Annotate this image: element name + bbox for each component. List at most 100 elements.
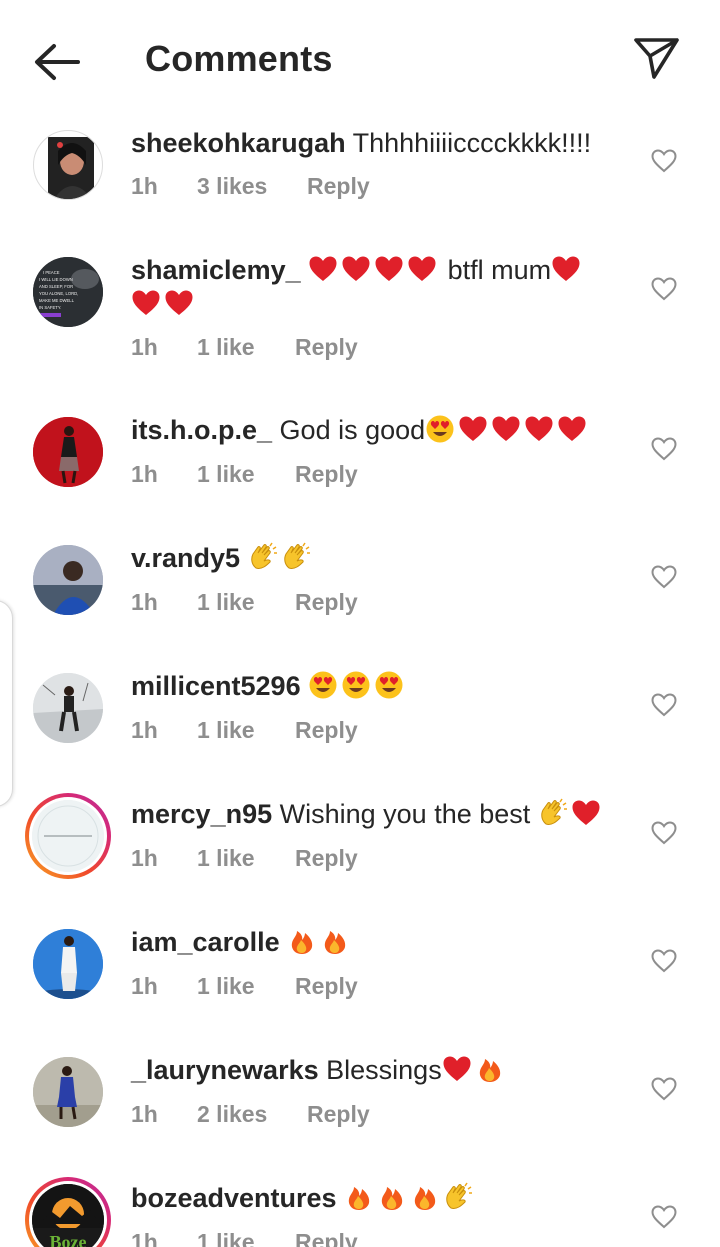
reply-button[interactable]: Reply — [307, 1101, 370, 1128]
comment-body: Thhhhiiiicccckkkk!!!! — [352, 128, 592, 158]
red-heart-icon — [443, 1056, 471, 1081]
red-heart-icon — [132, 290, 160, 315]
send-paper-plane-icon[interactable] — [630, 34, 682, 82]
red-heart-icon — [342, 256, 370, 281]
heart-eyes-icon — [426, 415, 454, 443]
comment-likes-count[interactable]: 1 like — [197, 1229, 255, 1247]
comment-likes-count[interactable]: 3 likes — [197, 173, 267, 200]
heart-outline-icon[interactable] — [651, 821, 677, 845]
reply-button[interactable]: Reply — [295, 717, 358, 744]
comment-row: its.h.o.p.e_ God is good 1h 1 like Reply — [0, 405, 720, 530]
heart-outline-icon[interactable] — [651, 277, 677, 301]
red-heart-icon — [459, 416, 487, 441]
comment-likes-count[interactable]: 1 like — [197, 845, 255, 872]
reply-button[interactable]: Reply — [295, 461, 358, 488]
avatar-poster-line: I WILL LIE DOWN — [39, 277, 73, 282]
comment-row: millicent5296 1h 1 like Reply — [0, 661, 720, 786]
avatar[interactable] — [33, 929, 103, 999]
reply-button[interactable]: Reply — [295, 1229, 358, 1247]
comment-text: its.h.o.p.e_ God is good — [131, 413, 621, 447]
heart-outline-icon[interactable] — [651, 565, 677, 589]
reply-button[interactable]: Reply — [295, 589, 358, 616]
avatar[interactable] — [33, 1057, 103, 1127]
comment-row: _laurynewarks Blessings 1h 2 likes Reply — [0, 1045, 720, 1170]
avatar-poster-line: IN SAFETY. — [39, 305, 61, 310]
avatar-story-ring[interactable]: Boze — [25, 1177, 111, 1247]
comment-username[interactable]: bozeadventures — [131, 1183, 337, 1213]
red-heart-icon — [408, 256, 436, 281]
comment-text: millicent5296 — [131, 669, 621, 703]
comment-row: Boze bozeadventures 1h 1 like Reply — [0, 1173, 720, 1247]
emoji-group — [308, 255, 448, 285]
avatar: Boze — [32, 1184, 104, 1247]
comment-text: _laurynewarks Blessings — [131, 1053, 621, 1087]
comment-username[interactable]: v.randy5 — [131, 543, 240, 573]
red-heart-icon — [558, 416, 586, 441]
comment-row: iam_carolle 1h 1 like Reply — [0, 917, 720, 1042]
heart-outline-icon[interactable] — [651, 437, 677, 461]
fire-icon — [324, 931, 346, 954]
red-heart-icon — [572, 800, 600, 825]
heart-outline-icon[interactable] — [651, 949, 677, 973]
comment-body: Blessings — [326, 1055, 442, 1085]
comment-time: 1h — [131, 173, 158, 199]
comment-text: bozeadventures — [131, 1181, 621, 1215]
fire-icon — [381, 1187, 403, 1210]
avatar[interactable] — [33, 130, 103, 200]
comment-time: 1h — [131, 845, 158, 871]
comment-likes-count[interactable]: 2 likes — [197, 1101, 267, 1128]
avatar-story-gap: Boze — [29, 1181, 107, 1247]
comment-text: shamiclemy_ btfl mum — [131, 253, 621, 321]
comment-username[interactable]: shamiclemy_ — [131, 255, 301, 285]
avatar-poster-line: AND SLEEP, FOR — [39, 284, 73, 289]
avatar-story-gap — [29, 797, 107, 875]
avatar[interactable] — [33, 417, 103, 487]
heart-eyes-icon — [342, 671, 370, 699]
comment-row: sheekohkarugah Thhhhiiiicccckkkk!!!! 1h … — [0, 118, 720, 243]
arrow-left-icon[interactable] — [30, 40, 84, 84]
avatar[interactable] — [33, 545, 103, 615]
comment-username[interactable]: _laurynewarks — [131, 1055, 319, 1085]
heart-outline-icon[interactable] — [651, 149, 677, 173]
comment-username[interactable]: millicent5296 — [131, 671, 301, 701]
clapping-hands-icon — [283, 542, 310, 569]
avatar[interactable]: I PEACE I WILL LIE DOWN AND SLEEP, FOR Y… — [33, 257, 103, 327]
comment-time: 1h — [131, 1101, 158, 1127]
heart-outline-icon[interactable] — [651, 693, 677, 717]
top-bar: Comments — [0, 0, 720, 118]
red-heart-icon — [375, 256, 403, 281]
comment-body: Wishing you the best — [279, 799, 531, 829]
fire-icon — [348, 1187, 370, 1210]
red-heart-icon — [165, 290, 193, 315]
comment-likes-count[interactable]: 1 like — [197, 589, 255, 616]
comment-text: sheekohkarugah Thhhhiiiicccckkkk!!!! — [131, 126, 621, 160]
avatar-logo-text: Boze — [50, 1232, 87, 1247]
reply-button[interactable]: Reply — [295, 334, 358, 361]
heart-eyes-icon — [375, 671, 403, 699]
comment-likes-count[interactable]: 1 like — [197, 461, 255, 488]
heart-outline-icon[interactable] — [651, 1077, 677, 1101]
comment-body: btfl mum — [447, 255, 552, 285]
avatar-story-ring[interactable] — [25, 793, 111, 879]
page-title: Comments — [145, 38, 333, 79]
heart-outline-icon[interactable] — [651, 1205, 677, 1229]
comment-text: v.randy5 — [131, 541, 621, 575]
comment-likes-count[interactable]: 1 like — [197, 334, 255, 361]
avatar-poster-line: YOU ALONE, LORD, — [39, 291, 78, 296]
comment-text: iam_carolle — [131, 925, 621, 959]
comment-username[interactable]: mercy_n95 — [131, 799, 272, 829]
comment-time: 1h — [131, 1229, 158, 1247]
reply-button[interactable]: Reply — [295, 845, 358, 872]
avatar[interactable] — [33, 673, 103, 743]
comment-username[interactable]: iam_carolle — [131, 927, 280, 957]
avatar — [32, 800, 104, 872]
fire-icon — [291, 931, 313, 954]
reply-button[interactable]: Reply — [307, 173, 370, 200]
reply-button[interactable]: Reply — [295, 973, 358, 1000]
comment-username[interactable]: sheekohkarugah — [131, 128, 346, 158]
comment-likes-count[interactable]: 1 like — [197, 717, 255, 744]
comment-row: mercy_n95 Wishing you the best 1h 1 like… — [0, 789, 720, 914]
fire-icon — [479, 1059, 500, 1082]
comment-likes-count[interactable]: 1 like — [197, 973, 255, 1000]
comment-username[interactable]: its.h.o.p.e_ — [131, 415, 272, 445]
